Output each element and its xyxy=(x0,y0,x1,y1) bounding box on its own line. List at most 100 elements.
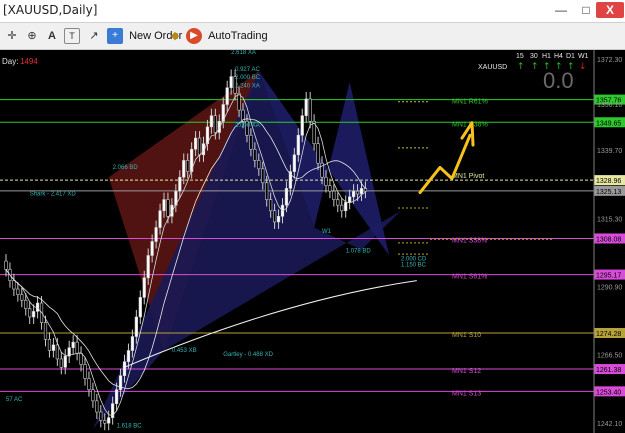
level-name: MN1 S61% xyxy=(452,274,487,281)
arrow-icon: ↗ xyxy=(89,30,99,43)
move-tool-button[interactable]: ⊕ xyxy=(24,27,40,45)
terminal-window: [XAUUSD,Daily] — □ X ✛ ⊕ A T ↗ + New Ord… xyxy=(0,0,625,433)
level-name: MN1 S12 xyxy=(452,368,481,375)
symbol-label: XAUUSD xyxy=(478,64,507,71)
autotrading-icon: ▶ xyxy=(186,28,202,45)
candle-body xyxy=(107,417,111,424)
candle-body xyxy=(178,176,182,192)
level-name: MN1 S13 xyxy=(452,390,481,397)
candle-body xyxy=(225,87,229,105)
price-badge-label: 1274.28 xyxy=(596,331,621,338)
candle-body xyxy=(265,182,269,200)
candle-body xyxy=(146,255,150,279)
price-badge-label: 1349.65 xyxy=(596,120,621,127)
pattern-label: 0.927 AC xyxy=(235,67,260,73)
candle-body xyxy=(292,154,296,172)
candle-body xyxy=(158,210,162,228)
timeframe-label: H4 xyxy=(554,53,563,60)
candle-body xyxy=(150,241,154,256)
price-badge-label: 1325.13 xyxy=(596,189,621,196)
candle-body xyxy=(276,216,281,223)
minimize-button[interactable]: — xyxy=(548,2,574,18)
candle-body xyxy=(162,199,166,212)
candle-body xyxy=(348,196,352,203)
candle-body xyxy=(16,288,20,295)
candle-body xyxy=(308,98,312,122)
candle-body xyxy=(344,202,348,212)
candle-body xyxy=(24,299,28,309)
candle-body xyxy=(300,115,304,136)
candle-body xyxy=(316,143,320,164)
autotrading-label: AutoTrading xyxy=(208,30,268,42)
level-name: MN1 S10 xyxy=(452,332,481,339)
pattern-label: 2.000 BC xyxy=(235,75,261,81)
pattern-label: Gartley - 0.488 XD xyxy=(223,352,273,358)
title-bar: [XAUUSD,Daily] — □ X xyxy=(0,0,625,23)
up-arrow-icon: ↑ xyxy=(531,62,539,72)
candle-body xyxy=(87,378,91,390)
autotrading-button[interactable]: ▶ AutoTrading xyxy=(186,27,268,45)
down-arrow-icon: ↓ xyxy=(579,62,587,72)
text-tool-button[interactable]: A xyxy=(44,27,60,45)
candle-body xyxy=(359,188,364,195)
price-axis-label: 1290.90 xyxy=(597,285,622,292)
candle-body xyxy=(194,137,198,150)
candle-body xyxy=(272,210,277,223)
move-icon: ⊕ xyxy=(27,30,37,43)
candle-body xyxy=(126,350,131,363)
pattern-label: W1 xyxy=(322,229,332,235)
pattern-label: 2.618 XA xyxy=(231,50,256,56)
close-button[interactable]: X xyxy=(596,2,624,18)
pattern-label: 2.066 BD xyxy=(113,165,139,171)
candle-body xyxy=(115,389,119,404)
candle-body xyxy=(51,344,55,351)
candle-body xyxy=(166,199,170,217)
up-arrow-icon: ↑ xyxy=(517,62,525,72)
candle-body xyxy=(237,93,241,111)
timeframe-label: 15 xyxy=(516,53,524,60)
candle-body xyxy=(20,294,24,301)
pattern-label: 1.150 BC xyxy=(401,263,427,269)
candle-body xyxy=(336,199,340,206)
candle-body xyxy=(355,190,360,195)
candle-body xyxy=(363,188,368,192)
candle-body xyxy=(209,115,214,128)
pattern-label: 1.078 BD xyxy=(346,249,372,255)
candle-body xyxy=(154,227,158,242)
level-name: MN1 Pivot xyxy=(452,173,484,180)
price-badge-label: 1261.38 xyxy=(596,367,621,374)
label-icon: T xyxy=(64,28,80,45)
candle-body xyxy=(253,148,257,161)
candle-body xyxy=(75,341,79,354)
label-tool-button[interactable]: T xyxy=(64,27,80,45)
crosshair-icon: ✛ xyxy=(7,30,17,43)
pattern-label: Shark - 2.417 XD xyxy=(30,191,77,197)
price-axis-label: 1266.50 xyxy=(597,353,622,360)
candle-body xyxy=(91,389,95,402)
candle-body xyxy=(95,400,99,413)
price-chart[interactable]: MN1 R61% 1357.76 MN1 R38% 1349.65 MN1 Pivot 1… xyxy=(0,50,625,433)
crosshair-tool-button[interactable]: ✛ xyxy=(4,27,20,45)
candle-body xyxy=(182,160,186,178)
chart-canvas[interactable]: MN1 R61% 1357.76MN1 R38% 1349.65MN1 Pivot1… xyxy=(0,50,625,433)
level-name: MN1 S38% xyxy=(452,237,487,244)
price-badge-label: 1253.40 xyxy=(596,389,621,396)
candle-body xyxy=(304,98,308,116)
candle-body xyxy=(83,364,87,379)
timeframe-label: W1 xyxy=(578,53,589,60)
candle-body xyxy=(284,188,289,206)
price-axis-label: 1242.10 xyxy=(597,421,622,428)
history-button[interactable]: ◆ xyxy=(167,27,183,45)
candle-body xyxy=(257,160,261,170)
candle-body xyxy=(28,308,32,318)
price-badge-label: 1328.96 xyxy=(596,178,621,185)
price-axis-label: 1356.10 xyxy=(597,102,622,109)
window-title: [XAUUSD,Daily] xyxy=(3,3,98,17)
candle-body xyxy=(99,411,103,421)
candle-body xyxy=(122,361,127,376)
candle-body xyxy=(269,199,273,212)
candle-body xyxy=(351,190,356,198)
pattern-label: 2.240 XA xyxy=(235,84,260,90)
candle-body xyxy=(130,336,135,351)
arrow-tool-button[interactable]: ↗ xyxy=(86,27,102,45)
